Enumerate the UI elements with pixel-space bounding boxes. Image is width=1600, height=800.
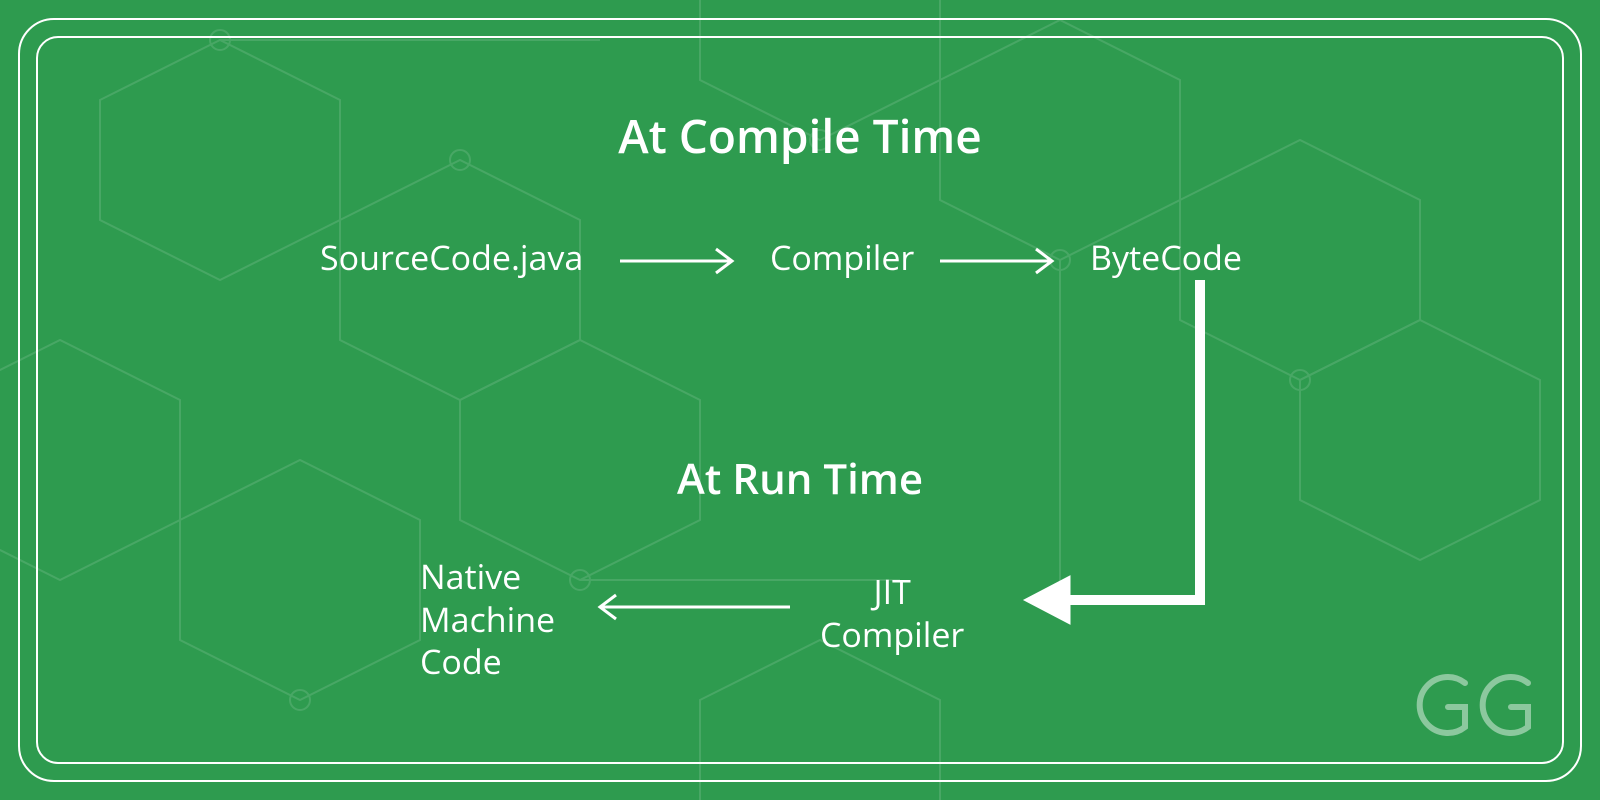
node-bytecode: ByteCode	[1090, 236, 1242, 279]
heading-run-time: At Run Time	[677, 450, 923, 507]
arrow-left-icon	[580, 592, 800, 622]
arrow-down-left-icon	[1010, 280, 1230, 640]
arrow-right-icon	[620, 246, 750, 276]
logo-icon	[1410, 665, 1540, 745]
node-source-code: SourceCode.java	[320, 236, 583, 279]
node-compiler: Compiler	[770, 236, 914, 279]
node-native-machine-code: Native Machine Code	[420, 555, 555, 683]
node-jit-compiler: JIT Compiler	[820, 570, 964, 655]
heading-compile-time: At Compile Time	[618, 105, 982, 167]
arrow-right-icon	[940, 246, 1070, 276]
